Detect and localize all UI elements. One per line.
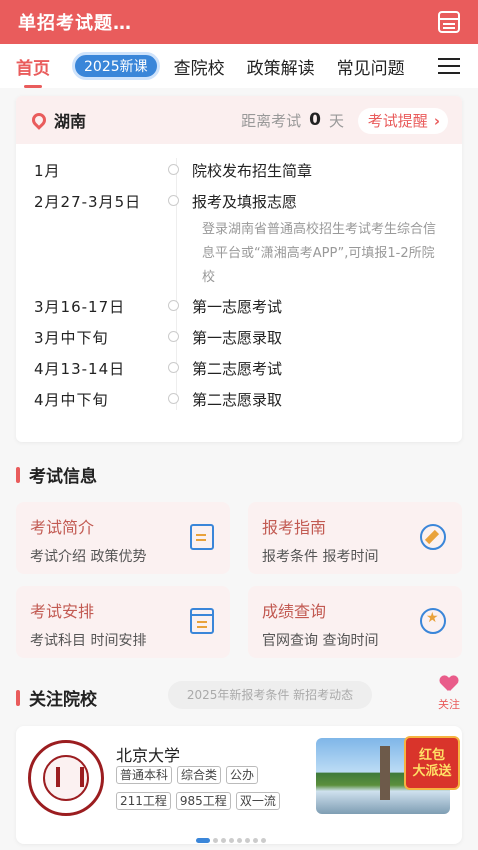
timeline-event: 院校发布招生简章	[192, 162, 313, 180]
timeline-note: 登录湖南省普通高校招生考试考生综合信息平台或“潇湘高考APP”,可填报1-2所院…	[202, 222, 437, 285]
exam-schedule-card: 湖南 距离考试 0 天 考试提醒 1月 院校发布招生简章 2月27-3月5日 报…	[16, 96, 462, 442]
card-subtitle: 官网查询 查询时间	[262, 633, 379, 649]
location-pin-icon	[29, 110, 49, 130]
menu-icon[interactable]	[438, 58, 460, 74]
card-subtitle: 考试科目 时间安排	[30, 633, 147, 649]
news-search-pill[interactable]: 2025年新报考条件 新招考动态	[168, 681, 372, 709]
card-application-guide[interactable]: 报考指南 报考条件 报考时间	[248, 502, 462, 574]
compass-icon	[420, 524, 446, 550]
timeline-event: 第二志愿录取	[192, 391, 283, 409]
carousel-dot-active	[196, 838, 210, 843]
card-title: 考试简介	[30, 518, 95, 537]
timeline-row: 3月16-17日 第一志愿考试	[16, 296, 462, 327]
tab-faq[interactable]: 常见问题	[337, 54, 405, 79]
section-accent-bar	[16, 689, 20, 706]
schedule-header: 湖南 距离考试 0 天 考试提醒	[16, 96, 462, 144]
redpack-line2: 大派送	[412, 764, 452, 779]
exam-info-heading: 考试信息	[16, 462, 97, 487]
timeline-date: 3月中下旬	[34, 329, 109, 347]
countdown: 距离考试 0 天	[241, 110, 344, 131]
tab-2025-new-course[interactable]: 2025新课	[72, 52, 160, 80]
tag: 综合类	[177, 766, 222, 784]
tag: 公办	[226, 766, 259, 784]
section-accent-bar	[16, 466, 20, 483]
timeline-event: 第一志愿考试	[192, 298, 283, 316]
tab-schools[interactable]: 查院校	[174, 54, 225, 79]
card-score-query[interactable]: 成绩查询 官网查询 查询时间	[248, 586, 462, 658]
timeline-row: 4月13-14日 第二志愿考试	[16, 358, 462, 389]
exam-info-title: 考试信息	[29, 467, 97, 487]
document-icon	[190, 524, 214, 550]
timeline-date: 2月27-3月5日	[34, 193, 142, 211]
app-title: 单招考试题…	[18, 13, 132, 34]
timeline-dot	[168, 362, 179, 373]
timeline-event: 第二志愿考试	[192, 360, 283, 378]
medal-icon	[420, 608, 446, 634]
carousel-dots	[196, 838, 269, 843]
timeline-event: 第一志愿录取	[192, 329, 283, 347]
followed-schools-heading: 关注院校	[16, 685, 97, 710]
timeline-event: 报考及填报志愿	[192, 193, 298, 211]
red-packet-promo[interactable]: 红包 大派送	[404, 736, 460, 790]
days-count: 0	[309, 110, 321, 130]
followed-schools-title: 关注院校	[29, 690, 97, 710]
distance-label: 距离考试	[241, 111, 302, 130]
timeline-date: 1月	[34, 162, 61, 180]
tab-home[interactable]: 首页	[16, 54, 50, 88]
tag: 211工程	[116, 792, 171, 810]
region-label[interactable]: 湖南	[54, 108, 86, 132]
carousel-dot	[213, 838, 218, 843]
university-name: 北京大学	[116, 746, 181, 765]
timeline-date: 3月16-17日	[34, 298, 126, 316]
top-bar: 单招考试题…	[0, 0, 478, 44]
timeline-dot	[168, 393, 179, 404]
card-subtitle: 考试介绍 政策优势	[30, 549, 147, 565]
days-unit: 天	[328, 111, 344, 130]
tab-bar: 首页 2025新课 查院校 政策解读 常见问题	[0, 44, 478, 88]
timeline-row: 3月中下旬 第一志愿录取	[16, 327, 462, 358]
timeline-date: 4月13-14日	[34, 360, 126, 378]
card-exam-arrangement[interactable]: 考试安排 考试科目 时间安排	[16, 586, 230, 658]
card-subtitle: 报考条件 报考时间	[262, 549, 379, 565]
timeline-row: 1月 院校发布招生简章	[16, 160, 462, 191]
exam-reminder-button[interactable]: 考试提醒	[357, 108, 448, 134]
heart-icon	[440, 676, 458, 692]
university-card[interactable]: 北京大学 普通本科 综合类 公办 211工程 985工程 双一流 红包 大派送	[16, 726, 462, 844]
carousel-dot	[253, 838, 258, 843]
timeline-dot	[168, 300, 179, 311]
card-title: 考试安排	[30, 602, 95, 621]
carousel-dot	[261, 838, 266, 843]
carousel-dot	[221, 838, 226, 843]
tag: 双一流	[235, 792, 280, 810]
calendar-icon	[190, 608, 214, 634]
carousel-dot	[237, 838, 242, 843]
carousel-dot	[229, 838, 234, 843]
timeline-date: 4月中下旬	[34, 391, 109, 409]
redpack-line1: 红包	[418, 748, 445, 763]
timeline: 1月 院校发布招生简章 2月27-3月5日 报考及填报志愿 登录湖南省普通高校招…	[16, 144, 462, 420]
tag-row: 211工程 985工程 双一流	[116, 792, 296, 810]
timeline-dot	[168, 331, 179, 342]
timeline-dot	[168, 164, 179, 175]
calendar-icon[interactable]	[438, 11, 460, 33]
carousel-dot	[245, 838, 250, 843]
tag: 985工程	[175, 792, 231, 810]
tag-row: 普通本科 综合类 公办	[116, 766, 296, 784]
follow-button[interactable]: 关注	[434, 676, 464, 712]
timeline-dot	[168, 195, 179, 206]
follow-label: 关注	[438, 698, 460, 711]
card-exam-intro[interactable]: 考试简介 考试介绍 政策优势	[16, 502, 230, 574]
tab-policy[interactable]: 政策解读	[247, 54, 315, 79]
university-seal-logo	[28, 740, 104, 816]
timeline-row: 4月中下旬 第二志愿录取	[16, 389, 462, 420]
tag: 普通本科	[116, 766, 173, 784]
